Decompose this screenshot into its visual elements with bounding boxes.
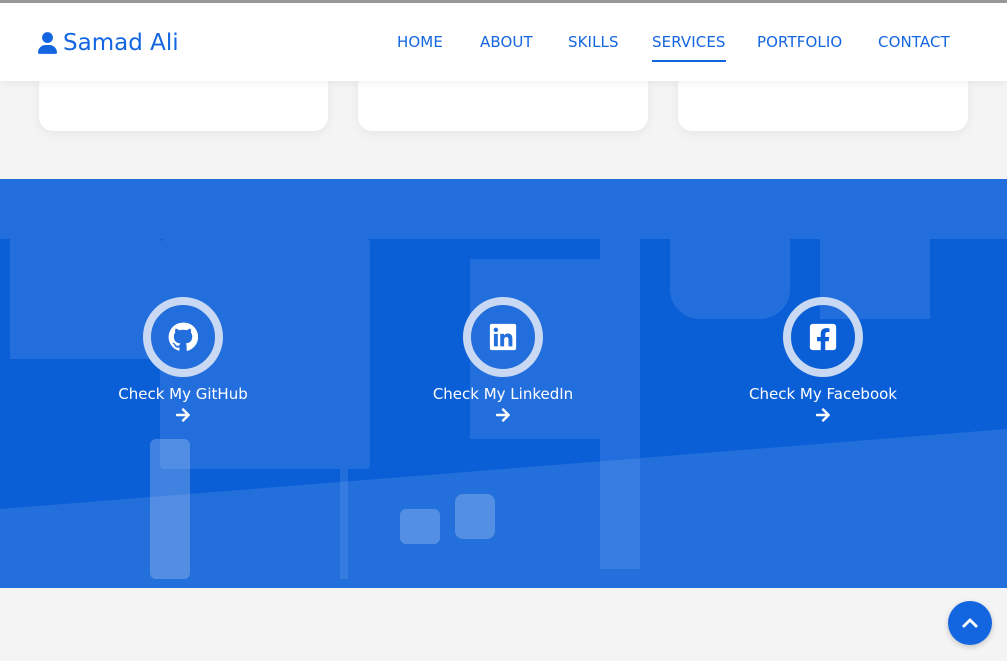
nav-about[interactable]: ABOUT <box>480 33 533 51</box>
back-to-top-button[interactable] <box>948 601 992 645</box>
github-block: Check My GitHub <box>73 297 293 423</box>
facebook-block: Check My Facebook <box>713 297 933 423</box>
nav-portfolio[interactable]: PORTFOLIO <box>757 33 842 51</box>
chevron-up-icon <box>962 618 978 628</box>
github-link[interactable]: Check My GitHub <box>73 385 293 403</box>
nav-skills[interactable]: SKILLS <box>568 33 619 51</box>
facebook-link[interactable]: Check My Facebook <box>713 385 933 403</box>
arrow-right-icon[interactable] <box>815 407 831 423</box>
github-icon <box>168 322 198 351</box>
linkedin-block: Check My LinkedIn <box>393 297 613 423</box>
nav-services[interactable]: SERVICES <box>652 33 726 62</box>
github-ring[interactable] <box>143 297 223 377</box>
arrow-right-icon[interactable] <box>175 407 191 423</box>
facebook-ring[interactable] <box>783 297 863 377</box>
main-nav: HOME ABOUT SKILLS SERVICES PORTFOLIO CON… <box>0 3 1007 81</box>
arrow-right-icon[interactable] <box>495 407 511 423</box>
nav-home[interactable]: HOME <box>397 33 443 51</box>
facebook-icon <box>809 323 837 351</box>
linkedin-ring[interactable] <box>463 297 543 377</box>
social-band: Check My GitHub Check My LinkedIn Check … <box>0 179 1007 588</box>
linkedin-link[interactable]: Check My LinkedIn <box>393 385 613 403</box>
navbar: Samad Ali HOME ABOUT SKILLS SERVICES POR… <box>0 3 1007 81</box>
nav-contact[interactable]: CONTACT <box>878 33 950 51</box>
linkedin-icon <box>489 323 517 351</box>
